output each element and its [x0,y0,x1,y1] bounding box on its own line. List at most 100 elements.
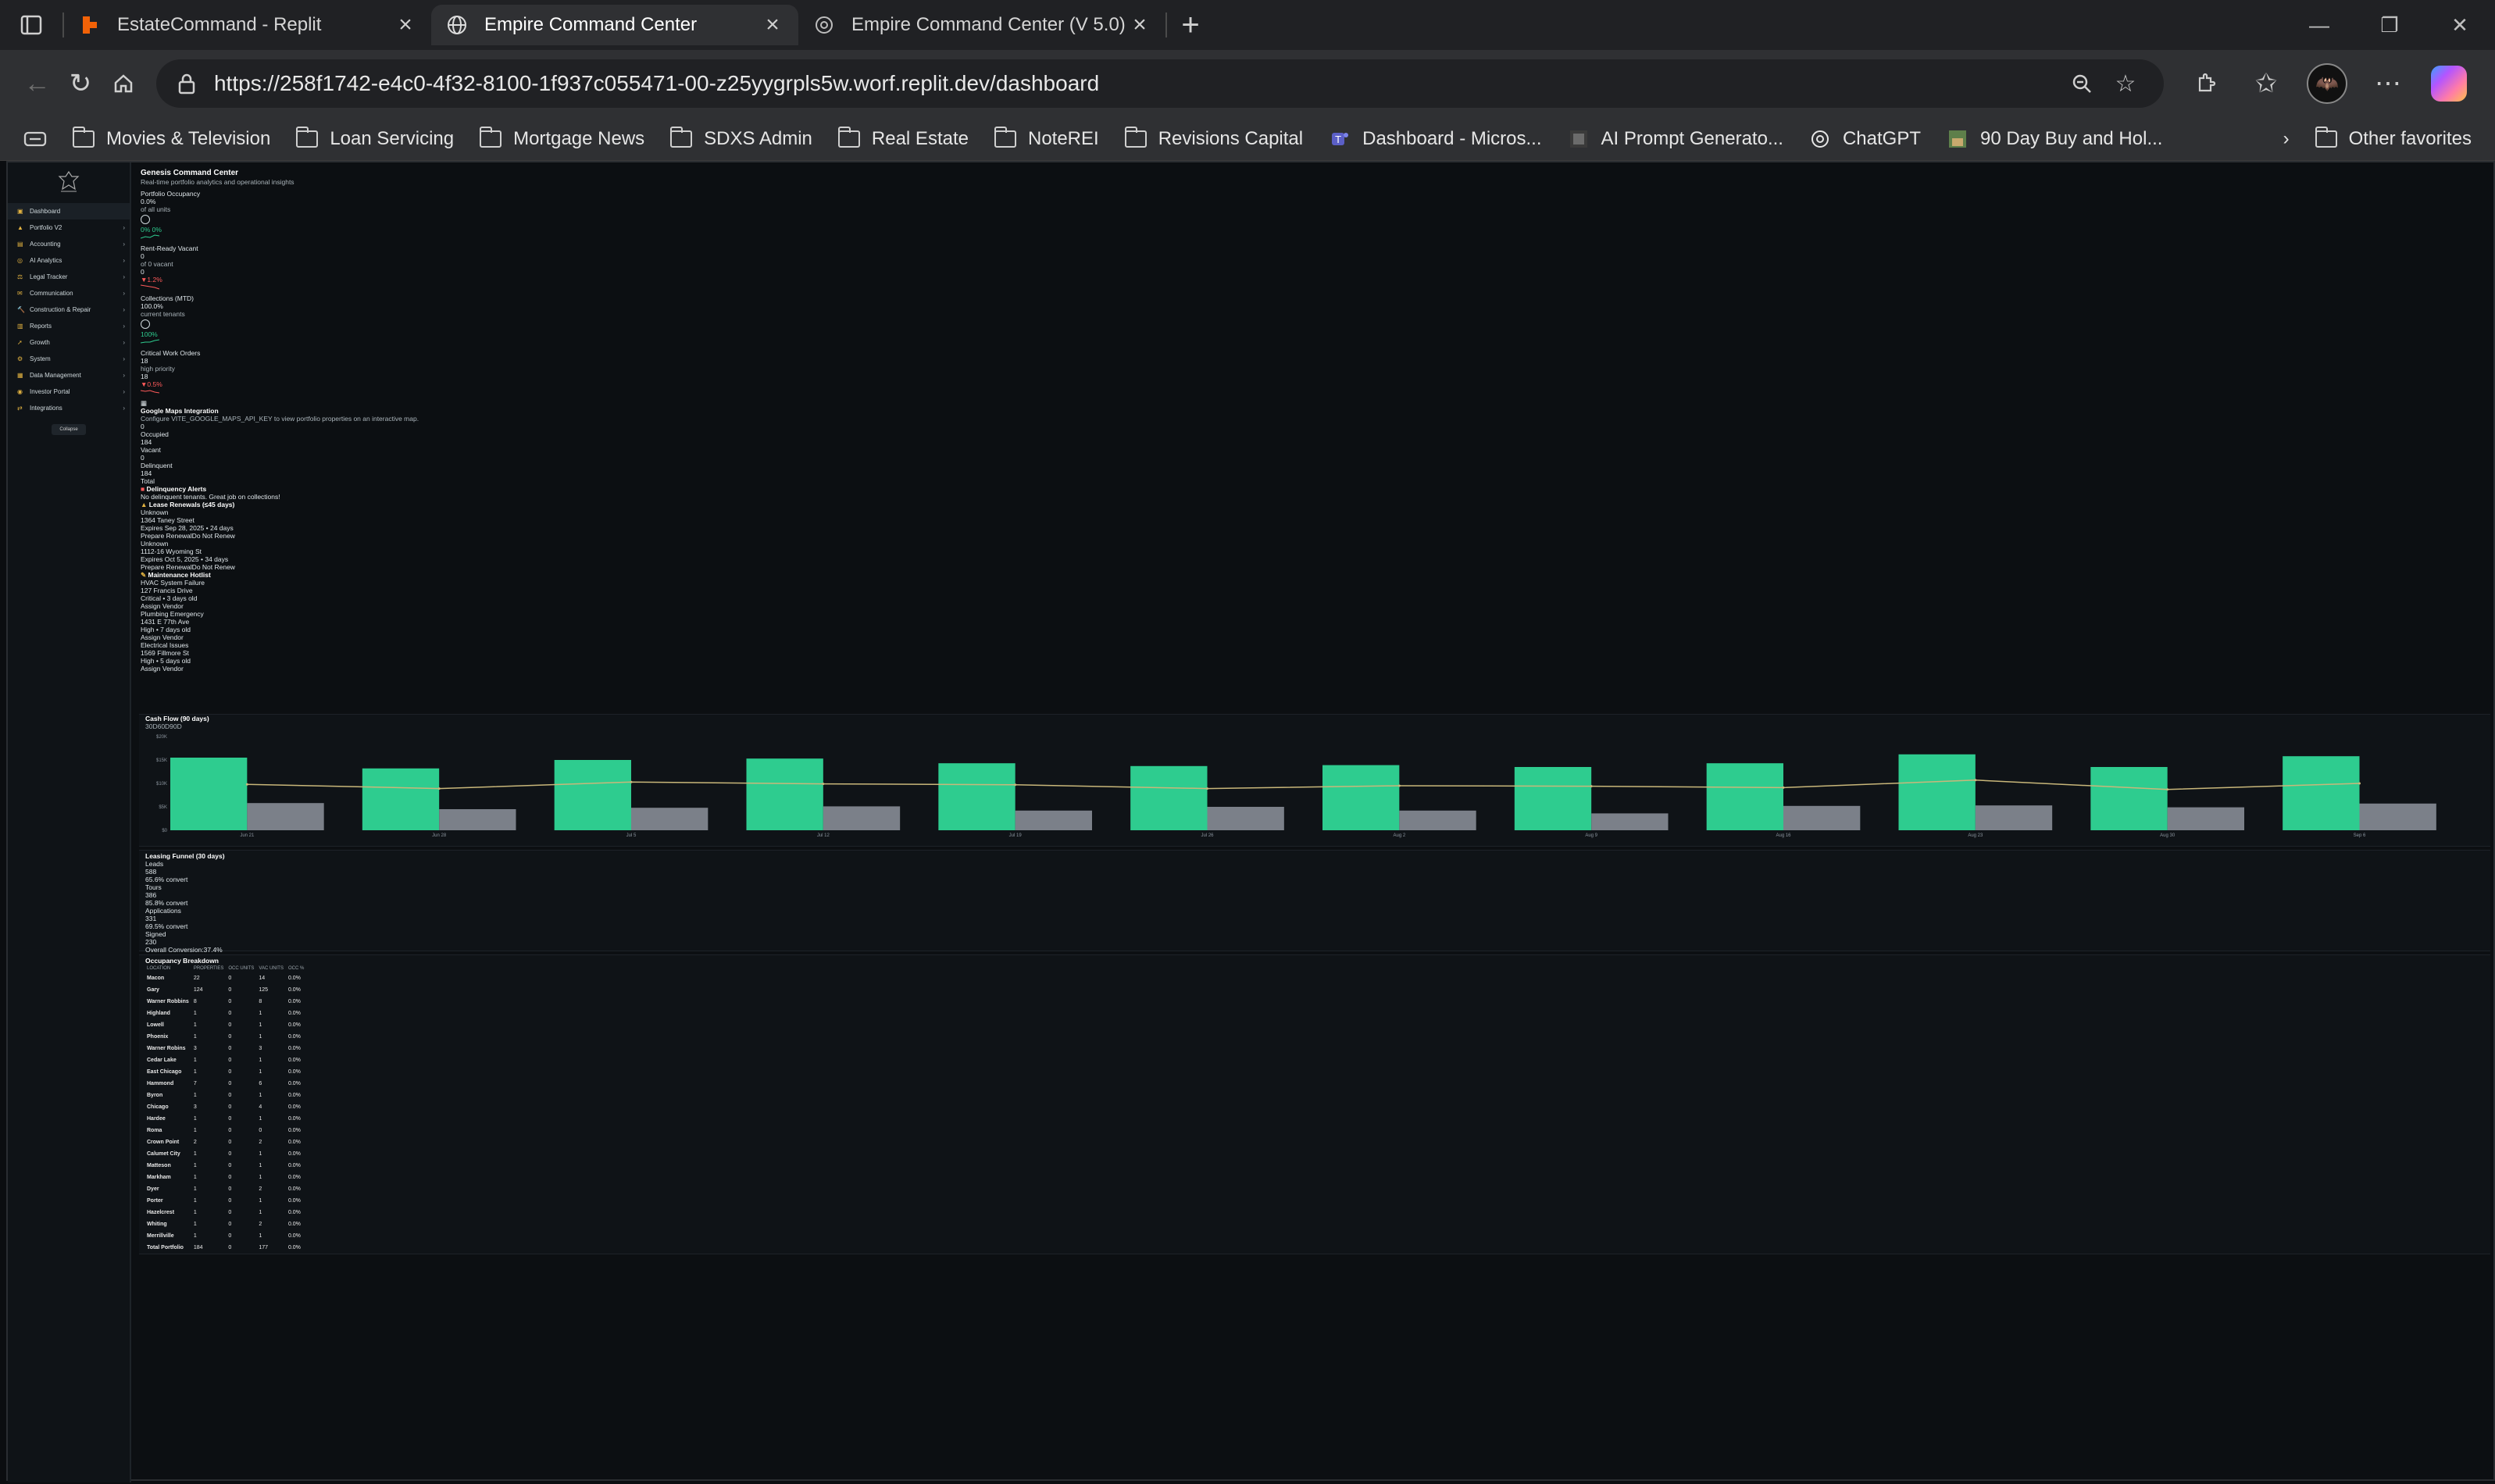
bookmarks-overflow-chevron-icon[interactable]: › [2271,120,2302,158]
bookmark-label: Dashboard - Micros... [1362,127,1542,149]
cashflow-expense-bar [1399,810,1476,830]
refresh-icon[interactable]: ↻ [59,59,102,109]
tab-actions-icon[interactable] [0,0,62,50]
close-tab-icon[interactable]: × [1128,12,1151,37]
sidebar-item-legal-tracker[interactable]: ⚖ Legal Tracker › [8,269,130,285]
tab-estatecommand[interactable]: EstateCommand - Replit × [64,5,431,45]
table-cell: 3 [193,1104,197,1110]
maintenance-address: 1569 Fillmore St [141,649,189,657]
bookmark-90-day-buy[interactable]: 90 Day Buy and Hol... [1933,120,2175,158]
tab-empire-command-center[interactable]: Empire Command Center × [431,5,798,45]
table-cell: 0 [228,1081,232,1086]
table-body: Macon 22 0 14 0.0% Gary 124 0 125 0.0% Warner Robb… [145,972,307,1254]
site-info-icon[interactable] [175,72,198,95]
cashflow-expense-bar [1207,807,1284,830]
bookmark-dashboard-microsoft[interactable]: T Dashboard - Micros... [1315,120,1554,158]
cashflow-expense-bar [631,808,709,830]
tab-empire-command-center-v5[interactable]: Empire Command Center (V 5.0) × [798,5,1165,45]
table-cell: 124 [193,987,203,993]
extensions-icon[interactable] [2175,59,2236,109]
delinquency-title: ■ Delinquency Alerts [141,485,207,493]
kpi-value-secondary: 18 [141,373,148,380]
sidebar-item-ai-analytics[interactable]: ◎ AI Analytics › [8,252,130,269]
more-options-icon[interactable]: ⋯ [2358,59,2418,109]
assign-vendor-button[interactable]: Assign Vendor [141,633,2489,641]
bookmarks-bar: Movies & Television Loan Servicing Mortg… [0,117,2495,161]
assign-vendor-button[interactable]: Assign Vendor [141,602,2489,610]
bookmark-chatgpt[interactable]: ChatGPT [1796,120,1933,158]
table-cell: 8 [259,999,262,1004]
column-header: OCC % [287,966,305,971]
table-cell: East Chicago [147,1069,182,1075]
address-bar[interactable]: https://258f1742-e4c0-4f32-8100-1f937c05… [155,59,2164,108]
cashflow-income-bar [554,760,631,830]
sidebar-item-portfolio-v2[interactable]: ▲ Portfolio V2 › [8,219,130,236]
sidebar-item-investor-portal[interactable]: ◉ Investor Portal › [8,383,130,400]
cashflow-range-toggle[interactable]: 30D60D90D [139,722,2490,730]
cashflow-net-point [1974,779,1977,782]
new-tab-button[interactable]: + [1167,0,1214,50]
zoom-icon[interactable] [2062,64,2101,103]
bookmark-mortgage-news[interactable]: Mortgage News [466,120,657,158]
renewal-actions[interactable]: Prepare RenewalDo Not Renew [141,563,2489,571]
kpi-critical-work-orders: Critical Work Orders 18 high priority 18… [141,349,2489,394]
occupancy-table: LOCATION PROPERTIES OCC UNITS VAC UNITS OCC … [145,966,307,1254]
map-title: Google Maps Integration [141,407,219,415]
bookmark-movies-television[interactable]: Movies & Television [59,120,283,158]
globe-icon [445,13,469,37]
reading-view-icon[interactable] [11,120,59,158]
table-cell: 3 [259,1046,262,1051]
funnel-stage-label: Tours [145,883,162,891]
kpi-subtext: of 0 vacant [141,260,173,268]
sidebar-item-reports[interactable]: ▥ Reports › [8,318,130,334]
bookmark-revisions-capital[interactable]: Revisions Capital [1112,120,1315,158]
map-legend-label: Occupied [141,430,169,438]
funnel-title: Leasing Funnel (30 days) [145,852,225,860]
minimize-icon[interactable]: — [2284,0,2354,50]
table-cell: 2 [193,1140,197,1145]
favorite-star-icon[interactable]: ☆ [2106,64,2145,103]
funnel-stage-convert: 69.5% convert [145,922,188,930]
page-subtitle: Real-time portfolio analytics and operat… [141,178,294,186]
assign-vendor-button[interactable]: Assign Vendor [141,665,2489,672]
sidebar-item-communication[interactable]: ✉ Communication › [8,285,130,301]
copilot-icon[interactable] [2418,59,2479,109]
close-tab-icon[interactable]: × [394,12,417,37]
window-controls: — ❐ ✕ [2284,0,2495,50]
table-cell: 0.0% [287,1210,301,1215]
table-cell: Merrillville [147,1233,174,1239]
back-icon[interactable]: ← [16,59,59,109]
table-row: Highland 1 0 1 0.0% [145,1008,307,1019]
table-cell: Macon [147,976,165,981]
table-cell: 0.0% [287,1151,301,1157]
table-cell: 22 [193,976,200,981]
sidebar-item-integrations[interactable]: ⇄ Integrations › [8,400,130,416]
bookmark-ai-prompt-generator[interactable]: AI Prompt Generato... [1554,120,1796,158]
renewal-actions[interactable]: Prepare RenewalDo Not Renew [141,532,2489,540]
sidebar-item-accounting[interactable]: ▤ Accounting › [8,236,130,252]
sidebar-item-data-management[interactable]: ▦ Data Management › [8,367,130,383]
sidebar-item-system[interactable]: ⚙ System › [8,351,130,367]
bookmark-real-estate[interactable]: Real Estate [825,120,981,158]
favorites-icon[interactable]: ✩ [2236,59,2297,109]
bookmark-noterei[interactable]: NoteREI [981,120,1112,158]
home-icon[interactable] [102,59,145,109]
column-header: PROPERTIES [193,966,224,971]
close-window-icon[interactable]: ✕ [2425,0,2495,50]
other-favorites[interactable]: Other favorites [2302,120,2484,158]
folder-icon [295,126,319,149]
sidebar-item-dashboard[interactable]: ▣ Dashboard [8,203,130,219]
sidebar-item-growth[interactable]: ➚ Growth › [8,334,130,351]
table-cell: 1 [259,1198,262,1204]
restore-icon[interactable]: ❐ [2354,0,2425,50]
profile-avatar[interactable]: 🦇 [2297,59,2358,109]
bookmark-sdxs-admin[interactable]: SDXS Admin [657,120,825,158]
table-cell: 0.0% [287,1046,301,1051]
bookmark-loan-servicing[interactable]: Loan Servicing [283,120,466,158]
collapse-sidebar-button[interactable]: Collapse [52,424,86,435]
sidebar-item-construction-repair[interactable]: 🔨 Construction & Repair › [8,301,130,318]
table-row: Hardee 1 0 1 0.0% [145,1113,307,1125]
close-tab-icon[interactable]: × [761,12,784,37]
sidebar-item-label: Investor Portal [30,388,70,395]
maintenance-hotlist: ✎ Maintenance Hotlist HVAC System Failur… [141,571,2489,672]
